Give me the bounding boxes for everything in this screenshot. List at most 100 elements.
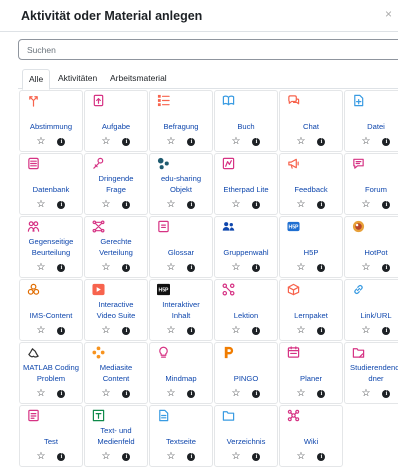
tab-all[interactable]: Alle [22,69,51,90]
module-label[interactable]: Test [21,437,81,448]
info-icon[interactable]: i [317,453,326,461]
module-card[interactable]: Interactive Video Suite ☆ i [84,279,148,341]
module-card[interactable]: Verzeichnis ☆ i [214,405,278,467]
tab-resources[interactable]: Arbeitsmaterial [104,69,173,89]
info-icon[interactable]: i [122,390,131,398]
module-label[interactable]: Feedback [281,185,341,196]
module-label[interactable]: Chat [281,122,341,133]
info-icon[interactable]: i [187,453,196,461]
module-card[interactable]: Gegenseitige Beurteilung ☆ i [19,216,83,278]
module-label[interactable]: PINGO [216,374,276,385]
info-icon[interactable]: i [57,264,66,272]
module-label[interactable]: Text- und Medienfeld [86,426,146,447]
module-card[interactable]: H5P H5P ☆ i [279,216,343,278]
star-icon[interactable]: ☆ [362,326,371,336]
module-card[interactable]: Befragung ☆ i [149,90,213,152]
star-icon[interactable]: ☆ [102,326,111,336]
module-label[interactable]: Buch [216,122,276,133]
module-label[interactable]: Verzeichnis [216,437,276,448]
info-icon[interactable]: i [252,453,261,461]
info-icon[interactable]: i [122,453,131,461]
module-label[interactable]: Befragung [151,122,211,133]
module-label[interactable]: Mediasite Content [86,363,146,384]
module-label[interactable]: Studierendenor dner [346,363,398,384]
info-icon[interactable]: i [57,201,66,209]
module-label[interactable]: Datei [346,122,398,133]
star-icon[interactable]: ☆ [167,452,176,462]
star-icon[interactable]: ☆ [37,452,46,462]
star-icon[interactable]: ☆ [297,389,306,399]
star-icon[interactable]: ☆ [102,200,111,210]
info-icon[interactable]: i [187,327,196,335]
module-card[interactable]: Buch ☆ i [214,90,278,152]
info-icon[interactable]: i [57,327,66,335]
star-icon[interactable]: ☆ [297,326,306,336]
module-card[interactable]: Studierendenor dner ☆ i [344,342,398,404]
star-icon[interactable]: ☆ [37,137,46,147]
star-icon[interactable]: ☆ [102,389,111,399]
info-icon[interactable]: i [57,453,66,461]
star-icon[interactable]: ☆ [297,263,306,273]
module-card[interactable]: HotPot ☆ i [344,216,398,278]
module-label[interactable]: Link/URL [346,311,398,322]
module-label[interactable]: Dringende Frage [86,174,146,195]
module-label[interactable]: Textseite [151,437,211,448]
module-label[interactable]: Planer [281,374,341,385]
info-icon[interactable]: i [57,390,66,398]
module-card[interactable]: Chat ☆ i [279,90,343,152]
star-icon[interactable]: ☆ [37,263,46,273]
module-card[interactable]: Test ☆ i [19,405,83,467]
module-card[interactable]: Abstimmung ☆ i [19,90,83,152]
star-icon[interactable]: ☆ [232,200,241,210]
close-icon[interactable]: × [385,7,392,21]
info-icon[interactable]: i [122,327,131,335]
star-icon[interactable]: ☆ [102,137,111,147]
module-card[interactable]: Datenbank ☆ i [19,153,83,215]
star-icon[interactable]: ☆ [362,200,371,210]
star-icon[interactable]: ☆ [232,452,241,462]
star-icon[interactable]: ☆ [167,137,176,147]
info-icon[interactable]: i [317,264,326,272]
star-icon[interactable]: ☆ [297,137,306,147]
module-card[interactable]: Text- und Medienfeld ☆ i [84,405,148,467]
module-card[interactable]: Textseite ☆ i [149,405,213,467]
module-card[interactable]: Datei ☆ i [344,90,398,152]
module-label[interactable]: Wiki [281,437,341,448]
module-card[interactable]: Planer ☆ i [279,342,343,404]
info-icon[interactable]: i [382,201,391,209]
module-label[interactable]: Glossar [151,248,211,259]
module-label[interactable]: Mindmap [151,374,211,385]
star-icon[interactable]: ☆ [37,326,46,336]
module-label[interactable]: edu-sharing Objekt [151,174,211,195]
module-card[interactable]: Mediasite Content ☆ i [84,342,148,404]
star-icon[interactable]: ☆ [37,389,46,399]
info-icon[interactable]: i [382,327,391,335]
info-icon[interactable]: i [382,390,391,398]
module-label[interactable]: HotPot [346,248,398,259]
module-card[interactable]: Gruppenwahl ☆ i [214,216,278,278]
info-icon[interactable]: i [252,390,261,398]
star-icon[interactable]: ☆ [232,326,241,336]
star-icon[interactable]: ☆ [167,326,176,336]
star-icon[interactable]: ☆ [232,137,241,147]
info-icon[interactable]: i [187,264,196,272]
module-card[interactable]: Link/URL ☆ i [344,279,398,341]
star-icon[interactable]: ☆ [102,452,111,462]
star-icon[interactable]: ☆ [362,137,371,147]
module-card[interactable]: Dringende Frage ☆ i [84,153,148,215]
module-card[interactable]: PINGO ☆ i [214,342,278,404]
module-label[interactable]: Forum [346,185,398,196]
star-icon[interactable]: ☆ [297,200,306,210]
info-icon[interactable]: i [252,327,261,335]
info-icon[interactable]: i [187,201,196,209]
star-icon[interactable]: ☆ [167,263,176,273]
info-icon[interactable]: i [252,201,261,209]
module-card[interactable]: MATLAB Coding Problem ☆ i [19,342,83,404]
star-icon[interactable]: ☆ [167,200,176,210]
module-label[interactable]: MATLAB Coding Problem [21,363,81,384]
module-card[interactable]: Forum ☆ i [344,153,398,215]
info-icon[interactable]: i [187,390,196,398]
info-icon[interactable]: i [317,327,326,335]
module-card[interactable]: Mindmap ☆ i [149,342,213,404]
module-label[interactable]: Lernpaket [281,311,341,322]
